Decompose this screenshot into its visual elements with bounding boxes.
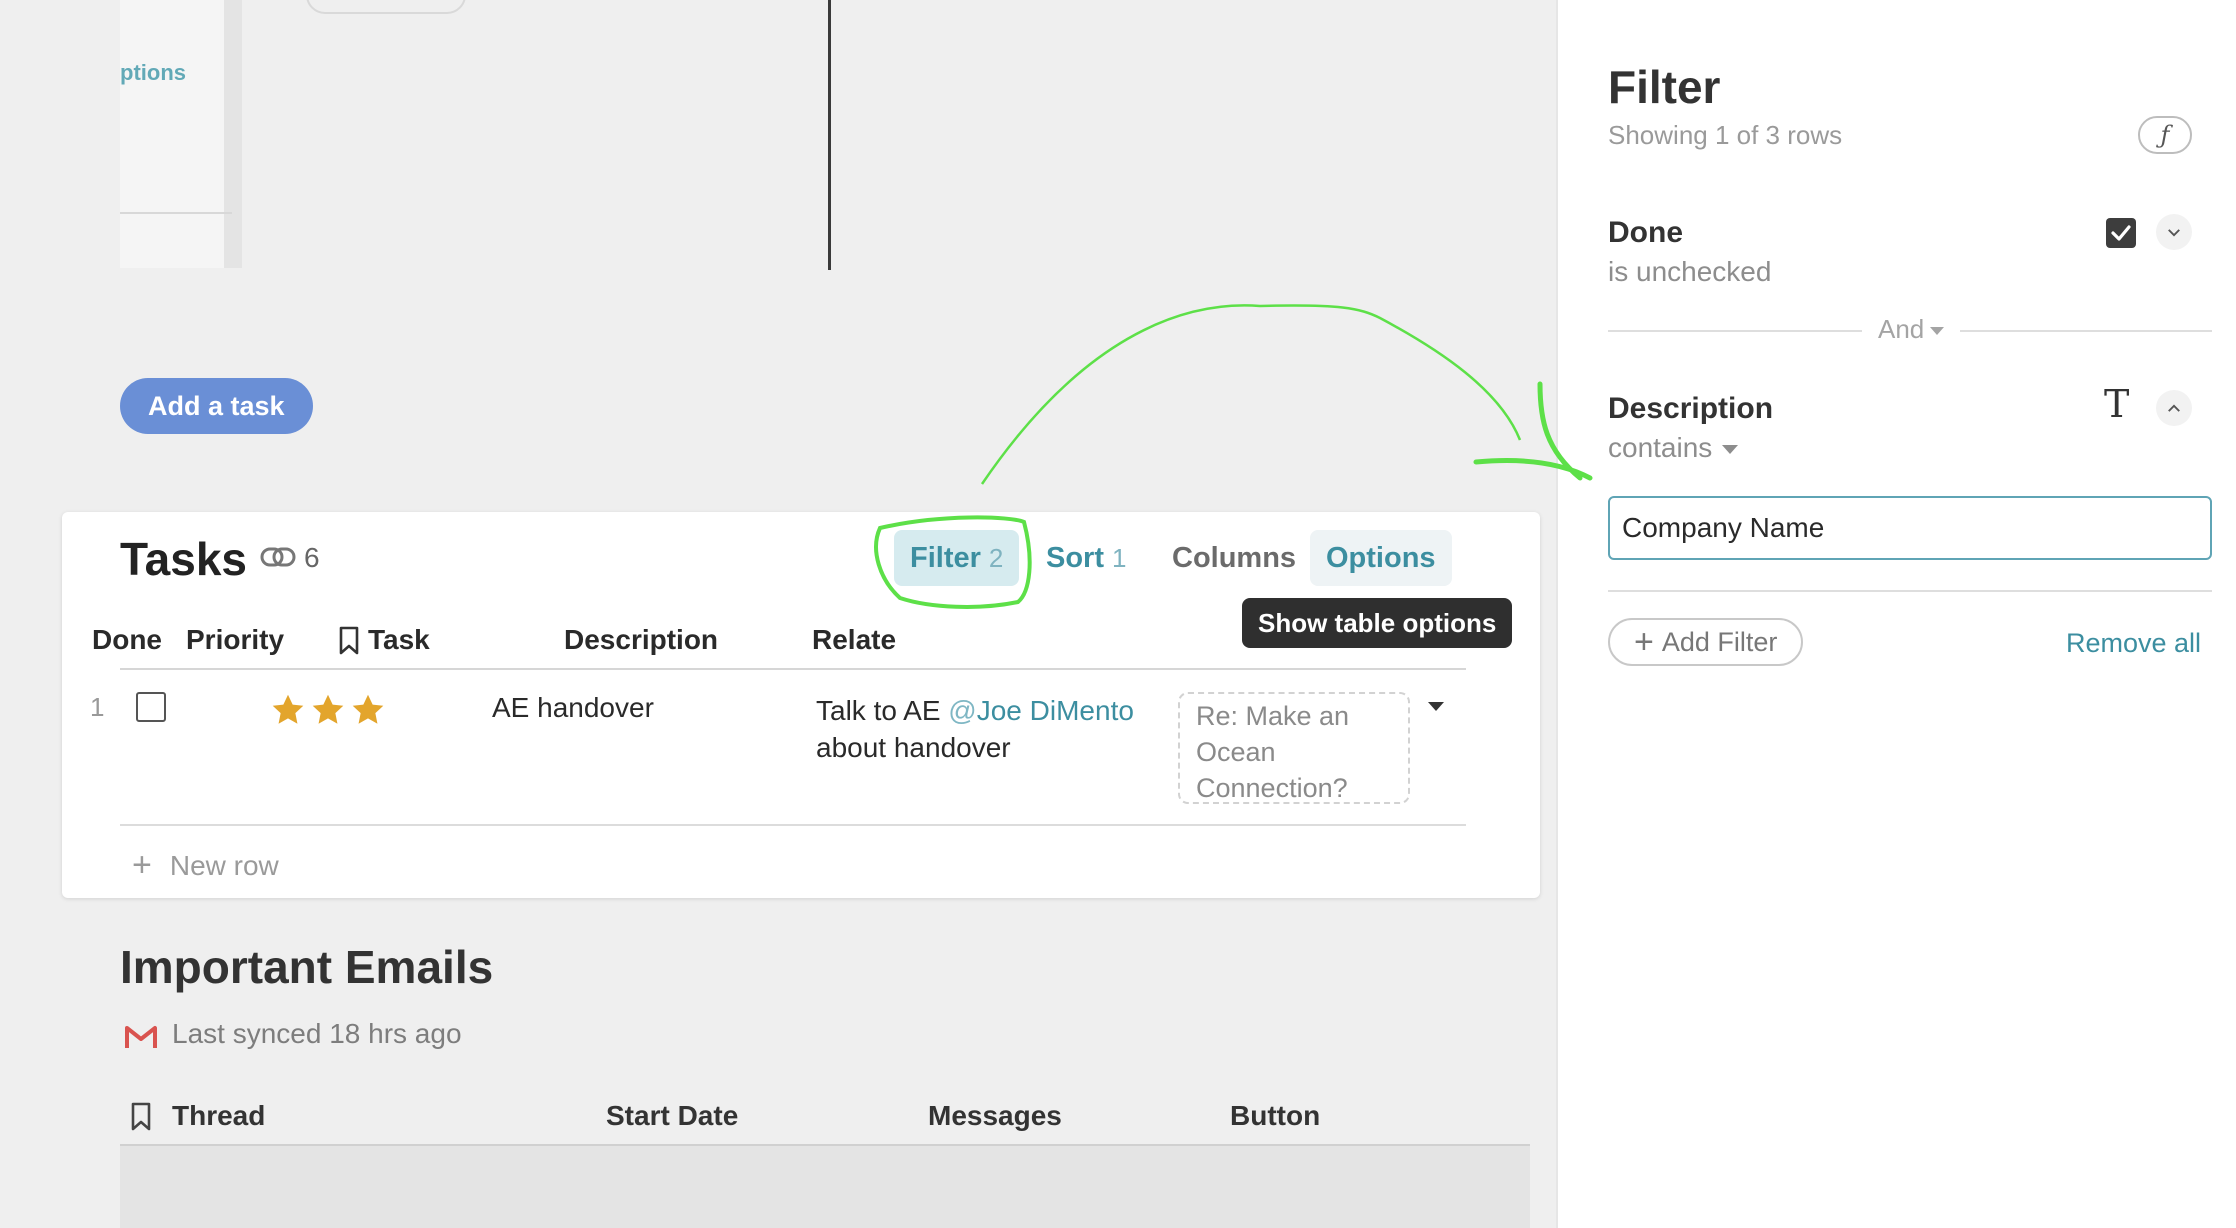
column-header-priority[interactable]: Priority xyxy=(186,624,284,656)
emails-table-body xyxy=(120,1146,1530,1228)
sort-count: 1 xyxy=(1112,542,1127,573)
filter-button[interactable]: Filter 2 xyxy=(894,530,1020,586)
panel-title: Filter xyxy=(1608,61,1721,113)
star-icon xyxy=(272,694,304,724)
filter-panel: Filter Showing 1 of 3 rows ƒ Done is unc… xyxy=(1556,0,2236,1228)
star-icon xyxy=(312,694,344,724)
description-cell[interactable]: Talk to AE @Joe DiMento about handover xyxy=(816,692,1156,766)
filter-condition-done[interactable]: is unchecked xyxy=(1608,256,1771,288)
row-number: 1 xyxy=(90,692,105,722)
tasks-count: 6 xyxy=(304,542,320,573)
task-cell[interactable]: AE handover xyxy=(492,692,654,724)
filter-field-description: Description xyxy=(1608,392,1774,425)
options-card: ptions xyxy=(120,0,242,268)
mention-link[interactable]: @Joe DiMento xyxy=(948,695,1134,726)
options-button[interactable]: Options xyxy=(1310,530,1452,586)
options-link[interactable]: ptions xyxy=(120,60,186,86)
column-header-button[interactable]: Button xyxy=(1230,1100,1320,1132)
new-row-button[interactable]: + New row xyxy=(132,846,279,885)
conjunction-label: And xyxy=(1878,314,1944,345)
done-checkbox[interactable] xyxy=(136,692,166,722)
column-header-task[interactable]: Task xyxy=(368,624,430,656)
filter-value-input[interactable] xyxy=(1608,496,2212,560)
remove-all-link[interactable]: Remove all xyxy=(2066,628,2201,659)
divider xyxy=(1608,590,2212,592)
gmail-icon xyxy=(125,1026,157,1048)
formula-button[interactable]: ƒ xyxy=(2138,116,2192,154)
chevron-down-icon[interactable] xyxy=(1428,702,1444,711)
related-email-cell[interactable]: Re: Make an Ocean Connection? xyxy=(1178,692,1410,804)
bookmark-icon xyxy=(339,626,359,655)
add-task-button[interactable]: Add a task xyxy=(120,378,313,434)
tasks-table-card: Tasks 6 Filter 2 Sort 1 Columns Options … xyxy=(62,512,1540,898)
options-tooltip: Show table options xyxy=(1242,598,1513,648)
column-header-done[interactable]: Done xyxy=(92,624,162,656)
conjunction-selector[interactable]: And xyxy=(1608,310,2212,350)
text-type-icon: T xyxy=(2104,382,2130,426)
add-filter-button[interactable]: + Add Filter xyxy=(1608,618,1804,666)
add-filter-label: Add Filter xyxy=(1661,626,1778,657)
sort-label: Sort xyxy=(1046,541,1104,574)
caret-down-icon xyxy=(1722,445,1739,455)
filter-label: Filter xyxy=(910,541,981,574)
emails-title: Important Emails xyxy=(120,941,494,993)
description-prefix: Talk to AE xyxy=(816,695,949,726)
column-header-messages[interactable]: Messages xyxy=(928,1100,1062,1132)
divider xyxy=(120,212,232,214)
row-divider xyxy=(120,824,1466,826)
panel-subtitle: Showing 1 of 3 rows xyxy=(1608,120,1843,150)
star-icon xyxy=(352,694,384,724)
mention-name: Joe DiMento xyxy=(976,695,1134,726)
columns-button[interactable]: Columns xyxy=(1156,530,1312,586)
chevron-down-icon[interactable] xyxy=(2156,214,2192,250)
last-synced: Last synced 18 hrs ago xyxy=(172,1018,462,1049)
column-header-related[interactable]: Relate xyxy=(812,624,896,656)
link-icon xyxy=(260,547,296,567)
checkbox-checked-icon[interactable] xyxy=(2106,218,2136,248)
tasks-title: Tasks xyxy=(120,533,248,585)
plus-icon: + xyxy=(1634,622,1654,661)
filter-operator-dropdown[interactable]: contains xyxy=(1608,432,1739,464)
vertical-divider xyxy=(828,0,831,270)
chevron-up-icon[interactable] xyxy=(2156,390,2192,426)
priority-stars[interactable] xyxy=(270,692,386,728)
header-divider xyxy=(120,668,1466,670)
description-suffix: about handover xyxy=(816,732,1011,763)
divider xyxy=(1960,330,2212,332)
mention-at: @ xyxy=(948,695,977,726)
annotation-arrow-curve xyxy=(980,304,1522,485)
plus-icon: + xyxy=(132,846,152,884)
filter-count: 2 xyxy=(988,542,1004,573)
divider xyxy=(1608,330,1862,332)
column-header-start-date[interactable]: Start Date xyxy=(606,1100,738,1132)
sort-button[interactable]: Sort 1 xyxy=(1030,530,1142,586)
filter-operator-label: contains xyxy=(1608,432,1713,463)
add-filter-pill-faded[interactable] xyxy=(306,0,466,14)
new-row-label: New row xyxy=(169,849,279,881)
column-header-description[interactable]: Description xyxy=(564,624,718,656)
column-header-thread[interactable]: Thread xyxy=(172,1100,265,1132)
filter-field-done: Done xyxy=(1608,216,1683,249)
bookmark-icon xyxy=(131,1102,151,1131)
